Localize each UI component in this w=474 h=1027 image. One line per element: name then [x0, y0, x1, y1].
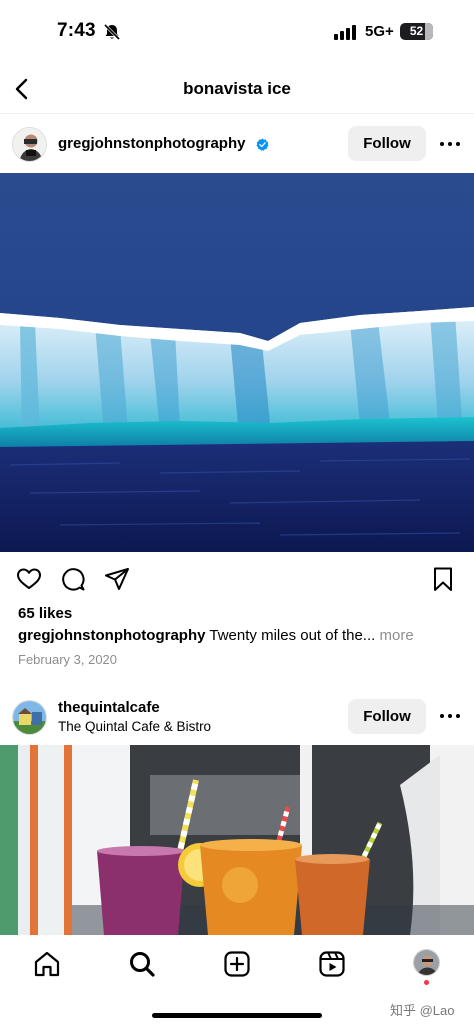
profile-avatar[interactable]	[413, 949, 440, 976]
signal-icon	[334, 25, 356, 40]
bookmark-icon[interactable]	[430, 566, 456, 592]
status-time: 7:43	[57, 20, 96, 41]
heart-icon[interactable]	[16, 566, 42, 592]
home-indicator	[152, 1013, 322, 1018]
post-header: gregjohnstonphotography Follow	[0, 115, 474, 173]
post-image-drinks[interactable]	[0, 745, 474, 935]
caption-username[interactable]: gregjohnstonphotography	[18, 627, 205, 644]
ellipsis-icon[interactable]	[438, 132, 462, 156]
post-location[interactable]: The Quintal Cafe & Bistro	[58, 719, 211, 734]
ellipsis-icon[interactable]	[438, 704, 462, 728]
search-icon[interactable]	[127, 949, 157, 979]
status-bar: 7:43 5G+ 52	[0, 0, 474, 64]
caption-text: Twenty miles out of the...	[209, 627, 376, 644]
post-date: February 3, 2020	[18, 652, 118, 667]
post-caption: gregjohnstonphotography Twenty miles out…	[18, 627, 414, 644]
caption-more-link[interactable]: more	[379, 627, 413, 644]
bell-slash-icon	[103, 23, 121, 41]
comment-icon[interactable]	[60, 566, 86, 592]
verified-badge-icon	[256, 138, 269, 151]
avatar[interactable]	[12, 127, 47, 162]
nav-header: bonavista ice	[0, 64, 474, 114]
battery-icon: 52	[400, 23, 433, 40]
post-image-iceberg[interactable]	[0, 173, 474, 552]
share-icon[interactable]	[104, 566, 130, 592]
follow-button[interactable]: Follow	[348, 699, 426, 734]
follow-button[interactable]: Follow	[348, 126, 426, 161]
reels-icon[interactable]	[317, 949, 347, 979]
network-type: 5G+	[365, 23, 394, 40]
avatar[interactable]	[12, 700, 47, 735]
watermark: 知乎 @Lao	[390, 1003, 455, 1018]
notification-dot	[424, 980, 429, 985]
home-icon[interactable]	[32, 949, 62, 979]
post-header: thequintalcafe The Quintal Cafe & Bistro…	[0, 688, 474, 746]
post-username[interactable]: thequintalcafe	[58, 699, 160, 716]
create-icon[interactable]	[222, 949, 252, 979]
battery-level: 52	[409, 24, 424, 38]
like-count[interactable]: 65 likes	[18, 605, 72, 622]
page-title: bonavista ice	[183, 79, 291, 98]
post-username[interactable]: gregjohnstonphotography	[58, 135, 245, 152]
post-action-bar	[0, 563, 474, 595]
